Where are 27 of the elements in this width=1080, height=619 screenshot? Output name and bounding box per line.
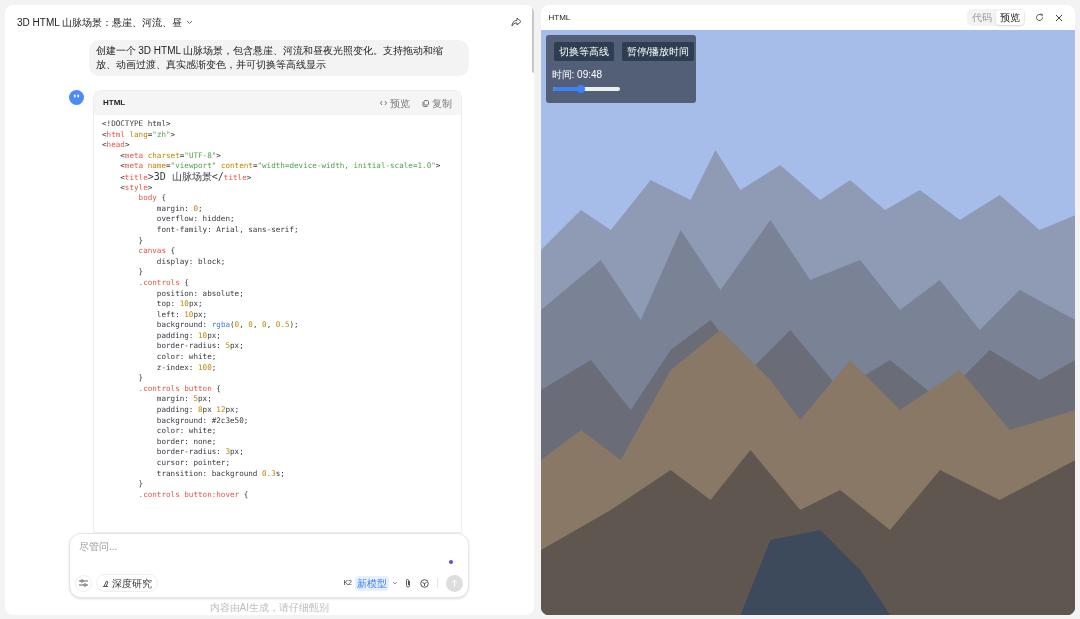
refresh-icon[interactable]	[1035, 13, 1044, 22]
contour-toggle-button[interactable]: 切换等高线	[553, 42, 614, 61]
new-model-badge: 新模型	[355, 575, 389, 591]
pause-play-button[interactable]: 暂停/播放时间	[621, 42, 695, 61]
time-slider[interactable]	[552, 87, 620, 91]
user-message: 创建一个 3D HTML 山脉场景，包含悬崖、河流和昼夜光照变化。支持拖动和缩放、动画过渡、真实感渐变色，并可切换等高线显示	[88, 40, 469, 76]
copy-icon	[422, 99, 429, 107]
code-language-label: HTML	[103, 97, 126, 109]
arrow-up-icon	[451, 579, 458, 587]
slider-thumb[interactable]	[577, 85, 586, 93]
message-input[interactable]: 尽管问...	[79, 539, 449, 554]
preview-title: HTML	[548, 11, 571, 24]
scrollbar[interactable]	[531, 7, 534, 73]
paperclip-icon[interactable]	[405, 578, 411, 588]
sliders-icon	[79, 579, 88, 587]
code-brackets-icon	[380, 100, 387, 106]
preview-button[interactable]: 预览	[380, 95, 410, 111]
cube-icon[interactable]	[420, 578, 429, 588]
close-icon[interactable]	[1055, 13, 1063, 22]
time-label: 时间: 09:48	[551, 68, 604, 82]
chat-title[interactable]: 3D HTML 山脉场景：悬崖、河流、昼	[17, 14, 183, 30]
view-tab[interactable]: 预览	[996, 10, 1024, 25]
copy-button[interactable]: 复制	[422, 95, 452, 111]
share-icon[interactable]	[510, 17, 522, 27]
bot-avatar-icon	[69, 90, 84, 105]
chevron-down-icon[interactable]	[392, 581, 398, 585]
chevron-down-icon[interactable]	[186, 19, 194, 25]
